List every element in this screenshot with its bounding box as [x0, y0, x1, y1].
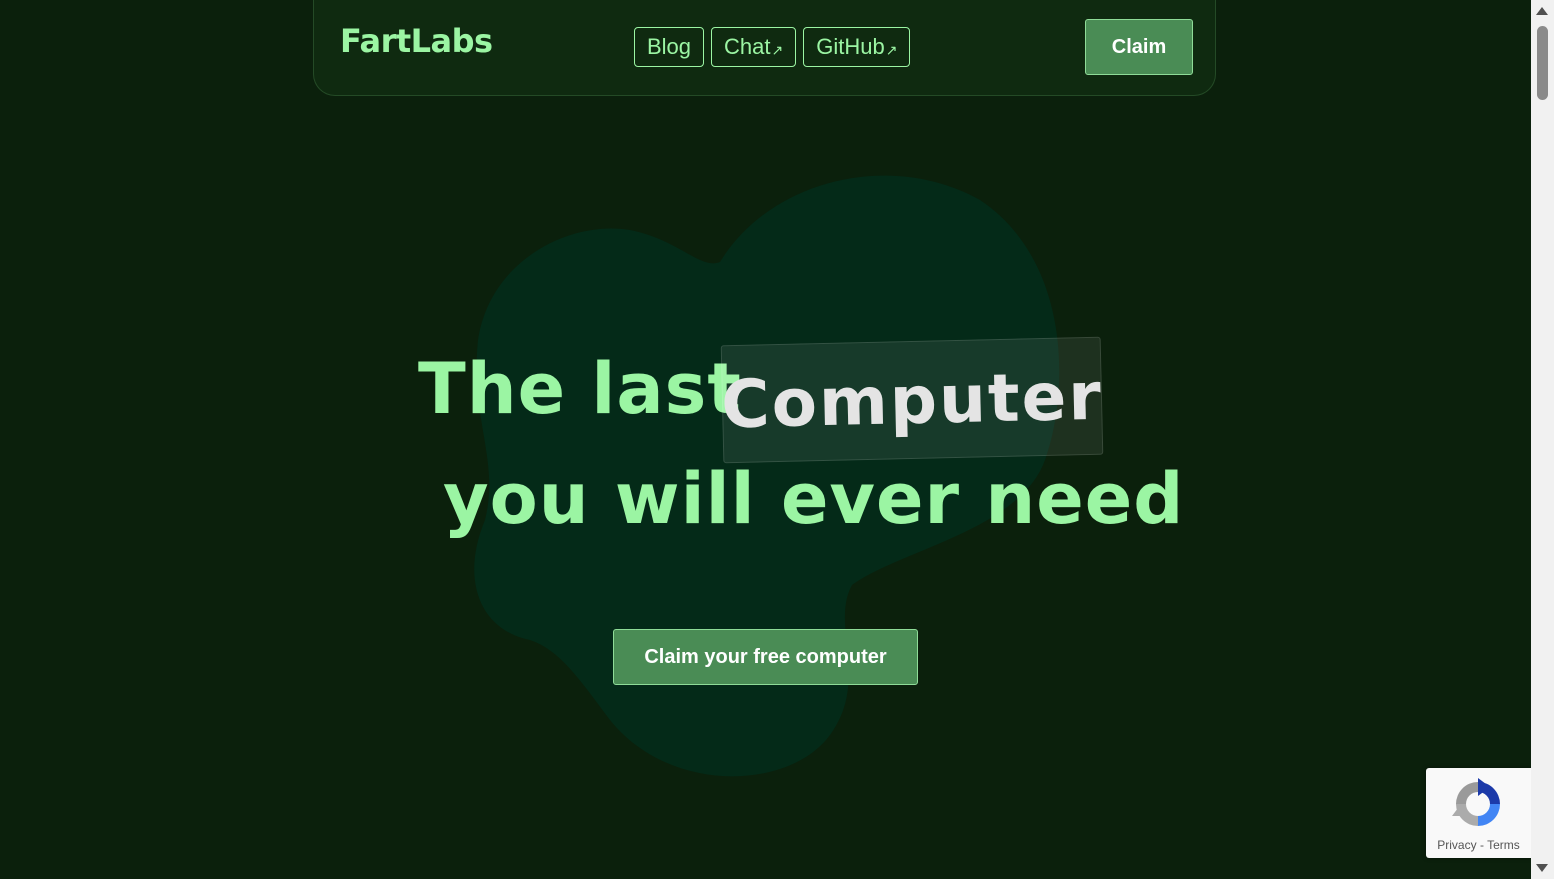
external-link-icon: ↗ — [885, 41, 898, 58]
recaptcha-terms-link[interactable]: Terms — [1487, 838, 1520, 852]
scroll-thumb[interactable] — [1537, 26, 1548, 100]
page: FartLabs Blog Chat ↗ GitHub ↗ Claim The la… — [0, 0, 1531, 879]
recaptcha-separator: - — [1479, 838, 1484, 852]
nav-github-label: GitHub — [816, 34, 885, 59]
claim-button[interactable]: Claim — [1085, 19, 1193, 75]
recaptcha-badge[interactable]: Privacy - Terms — [1426, 768, 1531, 858]
nav-chat-label: Chat — [724, 34, 771, 59]
hero-highlight-word: Computer — [720, 357, 1104, 443]
claim-free-computer-button[interactable]: Claim your free computer — [613, 629, 918, 685]
scroll-down-arrow-icon[interactable] — [1536, 864, 1548, 872]
logo[interactable]: FartLabs — [340, 22, 493, 60]
recaptcha-privacy-link[interactable]: Privacy — [1437, 838, 1476, 852]
recaptcha-icon — [1452, 778, 1500, 826]
main-nav: Blog Chat ↗ GitHub ↗ — [634, 27, 911, 67]
vertical-scrollbar[interactable] — [1531, 0, 1554, 879]
hero-title-line2: you will ever need — [443, 458, 1185, 540]
nav-blog-label: Blog — [647, 34, 692, 59]
hero-title-line1: The last — [418, 348, 742, 430]
nav-blog-link[interactable]: Blog — [634, 27, 705, 67]
nav-github-link[interactable]: GitHub ↗ — [803, 27, 911, 67]
hero-highlight-box: Computer — [720, 336, 1104, 464]
recaptcha-links: Privacy - Terms — [1426, 838, 1531, 852]
external-link-icon: ↗ — [771, 41, 784, 58]
scroll-up-arrow-icon[interactable] — [1536, 7, 1548, 15]
nav-chat-link[interactable]: Chat ↗ — [711, 27, 797, 67]
site-header: FartLabs Blog Chat ↗ GitHub ↗ Claim — [313, 0, 1216, 96]
